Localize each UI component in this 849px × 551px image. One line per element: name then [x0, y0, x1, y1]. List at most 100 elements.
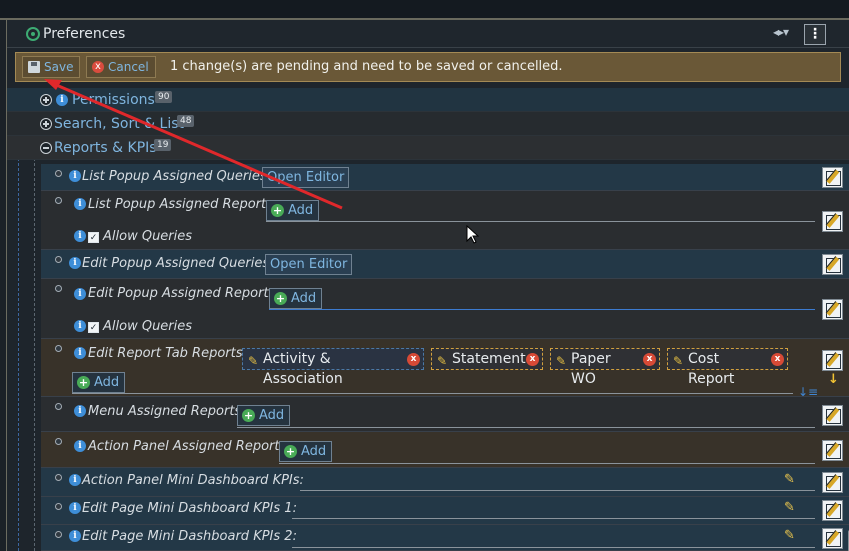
- save-icon: [28, 61, 40, 73]
- tree-guide-line: [34, 108, 35, 551]
- prop-edit-report-tab-reports: i Edit Report Tab Reports: ✎ Activity & …: [41, 339, 849, 399]
- count-badge: 48: [177, 115, 195, 127]
- pencil-icon[interactable]: ✎: [673, 351, 683, 371]
- info-icon[interactable]: i: [69, 474, 81, 486]
- add-button-label: Add: [291, 291, 317, 306]
- add-button-label: Add: [288, 203, 314, 218]
- allow-queries-label[interactable]: Allow Queries: [103, 319, 192, 334]
- section-label[interactable]: Search, Sort & List: [54, 116, 184, 132]
- allow-queries-checkbox[interactable]: ✓: [88, 322, 99, 333]
- section-label[interactable]: Permissions: [72, 92, 155, 108]
- prop-label: List Popup Assigned Reports:: [88, 197, 278, 212]
- edit-property-icon[interactable]: [822, 405, 843, 426]
- save-button[interactable]: Save: [22, 56, 81, 78]
- pencil-icon[interactable]: ✎: [248, 351, 258, 371]
- remove-icon[interactable]: x: [407, 353, 420, 366]
- add-report-button[interactable]: + Add: [279, 441, 333, 462]
- add-report-button[interactable]: + Add: [269, 288, 323, 309]
- allow-queries-label[interactable]: Allow Queries: [103, 229, 192, 244]
- prop-label: Edit Report Tab Reports:: [88, 346, 247, 361]
- report-chip[interactable]: ✎ Cost Report x: [667, 348, 788, 387]
- field-underline: [292, 518, 815, 519]
- allow-queries-checkbox[interactable]: ✓: [88, 232, 99, 243]
- expand-icon[interactable]: [40, 94, 52, 106]
- edit-property-icon[interactable]: [822, 350, 843, 371]
- add-report-button[interactable]: + Add: [237, 405, 291, 426]
- report-chip[interactable]: ✎ Paper WO x: [550, 348, 660, 387]
- section-reports-kpis[interactable]: Reports & KPIs 19: [7, 136, 849, 160]
- edit-property-icon[interactable]: [822, 211, 843, 232]
- preferences-panel: Preferences ◂▸▾ ⋮ Save x Cancel 1 change…: [6, 20, 849, 551]
- field-underline: [72, 393, 793, 394]
- edit-property-icon[interactable]: [822, 254, 843, 275]
- edit-property-icon[interactable]: [822, 440, 843, 461]
- bullet-icon: [55, 438, 62, 445]
- remove-icon[interactable]: x: [771, 353, 784, 366]
- info-icon[interactable]: i: [69, 530, 81, 542]
- prop-edit-page-mini-dashboard-kpis-2: i Edit Page Mini Dashboard KPIs 2: ✎: [41, 525, 849, 551]
- split-view-icon[interactable]: ◂▸▾: [773, 25, 789, 39]
- info-icon[interactable]: i: [74, 320, 86, 332]
- edit-property-icon[interactable]: [822, 528, 843, 549]
- edit-property-icon[interactable]: [822, 472, 843, 493]
- add-icon: +: [77, 376, 90, 389]
- info-icon[interactable]: i: [69, 170, 81, 182]
- report-chip[interactable]: ✎ Activity & Association x: [242, 348, 424, 387]
- collapse-icon[interactable]: [40, 142, 52, 154]
- chip-label: Paper WO: [571, 351, 611, 387]
- edit-property-icon[interactable]: [822, 299, 843, 320]
- bullet-icon: [55, 503, 62, 510]
- pencil-icon[interactable]: ✎: [784, 472, 797, 488]
- move-down-icon[interactable]: ↓: [828, 372, 839, 387]
- info-icon[interactable]: i: [74, 288, 86, 300]
- remove-icon[interactable]: x: [526, 353, 539, 366]
- pencil-icon[interactable]: ✎: [784, 500, 797, 516]
- open-editor-button[interactable]: Open Editor: [265, 254, 353, 275]
- info-icon[interactable]: i: [74, 230, 86, 242]
- bullet-icon: [55, 474, 62, 481]
- prop-label: Edit Popup Assigned Queries:: [82, 256, 274, 271]
- section-permissions[interactable]: i Permissions 90: [7, 88, 849, 112]
- kebab-menu-icon[interactable]: ⋮: [804, 24, 826, 45]
- edit-property-icon[interactable]: [822, 167, 843, 188]
- section-search-sort-list[interactable]: Search, Sort & List 48: [7, 112, 849, 136]
- prop-label: Action Panel Assigned Reports:: [88, 439, 291, 454]
- info-icon[interactable]: i: [74, 440, 86, 452]
- info-icon[interactable]: i: [74, 198, 86, 210]
- add-button-label: Add: [301, 444, 327, 459]
- panel-title: Preferences: [43, 26, 126, 42]
- pencil-icon[interactable]: ✎: [556, 351, 566, 371]
- info-icon[interactable]: i: [74, 347, 86, 359]
- info-icon[interactable]: i: [74, 405, 86, 417]
- field-underline: [269, 309, 815, 310]
- prop-edit-popup-assigned-queries: i Edit Popup Assigned Queries: Open Edit…: [41, 250, 849, 279]
- add-report-button[interactable]: + Add: [266, 200, 320, 221]
- info-icon[interactable]: i: [69, 257, 81, 269]
- info-icon[interactable]: i: [69, 502, 81, 514]
- chip-label: Statement: [452, 351, 526, 367]
- field-underline: [292, 547, 815, 548]
- prop-label: List Popup Assigned Queries:: [82, 169, 272, 184]
- prop-label: Edit Page Mini Dashboard KPIs 2:: [82, 529, 297, 544]
- add-report-button[interactable]: + Add: [72, 372, 126, 393]
- pencil-icon[interactable]: ✎: [437, 351, 447, 371]
- expand-icon[interactable]: [40, 118, 52, 130]
- prop-edit-popup-assigned-reports: i Edit Popup Assigned Reports: + Add i ✓…: [41, 279, 849, 339]
- cancel-icon: x: [92, 61, 104, 73]
- cancel-button[interactable]: x Cancel: [86, 56, 156, 78]
- field-underline: [237, 427, 815, 428]
- pencil-icon[interactable]: ✎: [784, 528, 797, 544]
- info-icon[interactable]: i: [56, 94, 68, 106]
- add-icon: +: [284, 445, 297, 458]
- report-chip[interactable]: ✎ Statement x: [431, 348, 543, 370]
- prop-action-panel-assigned-reports: i Action Panel Assigned Reports: + Add: [41, 432, 849, 468]
- add-icon: +: [274, 292, 287, 305]
- bullet-icon: [55, 345, 62, 352]
- open-editor-button[interactable]: Open Editor: [262, 167, 350, 188]
- edit-property-icon[interactable]: [822, 500, 843, 521]
- section-label[interactable]: Reports & KPIs: [54, 140, 157, 156]
- remove-icon[interactable]: x: [643, 353, 656, 366]
- prop-list-popup-assigned-reports: i List Popup Assigned Reports: + Add i ✓…: [41, 191, 849, 250]
- bullet-icon: [55, 170, 62, 177]
- chip-label: Cost Report: [688, 351, 735, 387]
